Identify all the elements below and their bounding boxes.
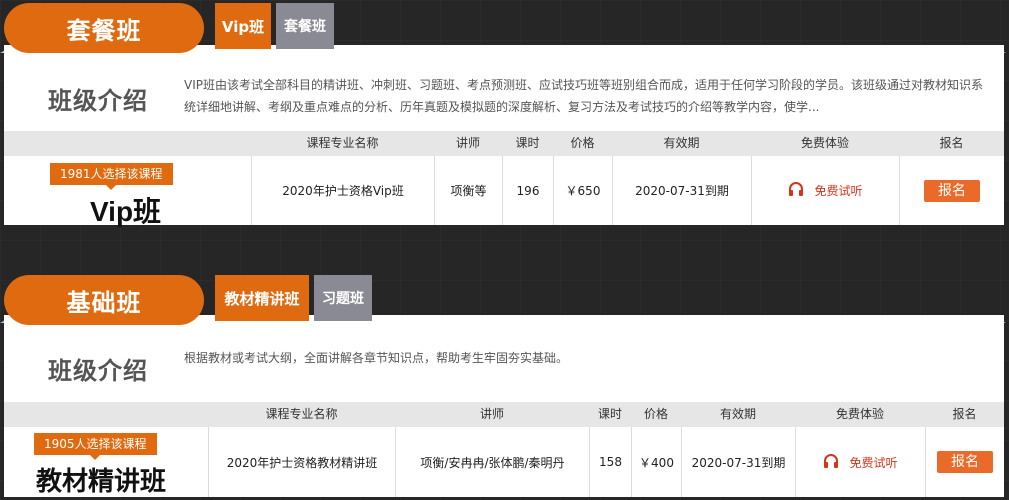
hours-cell: 196 — [502, 156, 553, 225]
course-name-cell: 2020年护士资格教材精讲班 — [208, 427, 395, 497]
col-course-name: 课程专业名称 — [306, 136, 379, 150]
col-validity: 有效期 — [719, 407, 756, 421]
package-section: 套餐班 Vip班 套餐班 班级介绍 VIP班由该考试全部科目的精讲班、冲刺班、习… — [0, 0, 1009, 230]
col-trial: 免费体验 — [800, 136, 849, 150]
signup-button[interactable]: 报名 — [924, 179, 980, 202]
table-row: 1981人选择该课程 Vip班 2020年护士资格Vip班 项衡等 196 ￥6… — [4, 156, 1004, 227]
trial-cell: 免费试听 — [795, 427, 925, 497]
table-header: 课程专业名称 讲师 课时 价格 有效期 免费体验 报名 — [4, 402, 1004, 427]
package-panel: 班级介绍 VIP班由该考试全部科目的精讲班、冲刺班、习题班、考点预测班、应试技巧… — [4, 45, 1004, 227]
headphones-icon — [823, 453, 839, 471]
basic-section: 基础班 教材精讲班 习题班 班级介绍 根据教材或考试大纲，全面讲解各章节知识点，… — [0, 272, 1009, 500]
selection-count-badge: 1905人选择该课程 — [34, 433, 157, 460]
col-hours: 课时 — [597, 407, 622, 421]
col-course-name: 课程专业名称 — [265, 407, 338, 421]
tab-exercise[interactable]: 习题班 — [314, 275, 372, 321]
col-price: 价格 — [643, 407, 668, 421]
col-validity: 有效期 — [663, 136, 700, 150]
intro-text: 根据教材或考试大纲，全面讲解各章节知识点，帮助考生牢固夯实基础。 — [184, 351, 569, 365]
tab-vip[interactable]: Vip班 — [215, 3, 271, 49]
teacher-cell: 项衡等 — [434, 156, 502, 225]
trial-cell: 免费试听 — [751, 156, 899, 225]
free-trial-link[interactable]: 免费试听 — [823, 453, 898, 471]
hours-cell: 158 — [589, 427, 631, 497]
section-heading: 基础班 — [4, 275, 204, 325]
price-cell: ￥400 — [631, 427, 681, 497]
course-label: Vip班 — [90, 196, 162, 227]
table-row: 1905人选择该课程 教材精讲班 2020年护士资格教材精讲班 项衡/安冉冉/张… — [4, 427, 1004, 497]
free-trial-label: 免费试听 — [849, 455, 898, 470]
validity-cell: 2020-07-31到期 — [681, 427, 795, 497]
table-header: 课程专业名称 讲师 课时 价格 有效期 免费体验 报名 — [4, 131, 1004, 156]
intro-title: 班级介绍 — [48, 87, 148, 115]
col-signup: 报名 — [939, 136, 964, 150]
tab-textbook[interactable]: 教材精讲班 — [215, 275, 309, 321]
basic-panel: 班级介绍 根据教材或考试大纲，全面讲解各章节知识点，帮助考生牢固夯实基础。 课程… — [4, 315, 1004, 497]
signup-cell: 报名 — [925, 427, 1004, 497]
headphones-icon — [788, 182, 804, 199]
col-teacher: 讲师 — [455, 136, 480, 150]
intro-text: VIP班由该考试全部科目的精讲班、冲刺班、习题班、考点预测班、应试技巧班等班别组… — [184, 78, 983, 114]
col-teacher: 讲师 — [479, 407, 504, 421]
col-signup: 报名 — [952, 407, 977, 421]
section-heading: 套餐班 — [4, 3, 204, 53]
tab-package[interactable]: 套餐班 — [276, 3, 334, 49]
free-trial-link[interactable]: 免费试听 — [788, 182, 863, 199]
validity-cell: 2020-07-31到期 — [612, 156, 751, 225]
col-price: 价格 — [570, 136, 595, 150]
col-hours: 课时 — [515, 136, 540, 150]
intro-title: 班级介绍 — [48, 357, 148, 385]
signup-cell: 报名 — [899, 156, 1004, 225]
teacher-cell: 项衡/安冉冉/张体鹏/秦明丹 — [395, 427, 589, 497]
course-name-cell: 2020年护士资格Vip班 — [251, 156, 434, 225]
selection-count-badge: 1981人选择该课程 — [50, 163, 173, 190]
signup-button[interactable]: 报名 — [937, 451, 993, 473]
course-label: 教材精讲班 — [36, 467, 167, 497]
free-trial-label: 免费试听 — [814, 184, 863, 198]
price-cell: ￥650 — [553, 156, 612, 225]
col-trial: 免费体验 — [835, 407, 884, 421]
